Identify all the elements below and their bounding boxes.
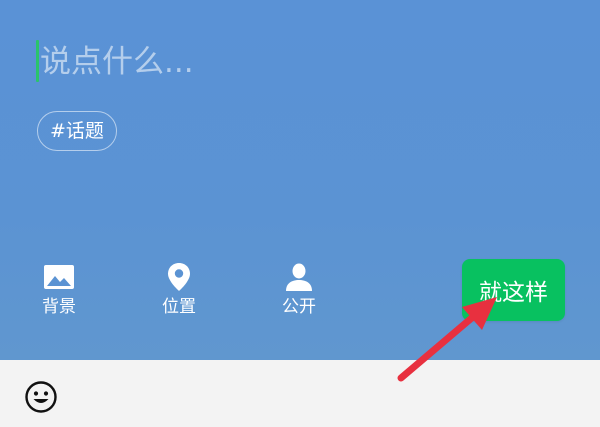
person-icon [286, 263, 312, 291]
tool-background-label: 背景 [42, 297, 76, 317]
image-icon [44, 265, 74, 289]
compose-area: #话题 背景 位置 公开 就这样 [0, 0, 600, 360]
bottom-toolbar [0, 360, 600, 427]
tool-background[interactable]: 背景 [19, 262, 99, 318]
submit-button[interactable]: 就这样 [462, 259, 565, 321]
status-compose-screen: #话题 背景 位置 公开 就这样 [0, 0, 600, 427]
tool-visibility[interactable]: 公开 [259, 262, 339, 318]
tool-visibility-label: 公开 [282, 297, 316, 317]
smiley-face-icon[interactable] [24, 380, 58, 414]
topic-chip-button[interactable]: #话题 [37, 111, 117, 151]
location-pin-icon [168, 263, 190, 291]
status-text-input[interactable] [38, 40, 540, 84]
tool-location[interactable]: 位置 [139, 262, 219, 318]
tool-location-label: 位置 [162, 297, 196, 317]
